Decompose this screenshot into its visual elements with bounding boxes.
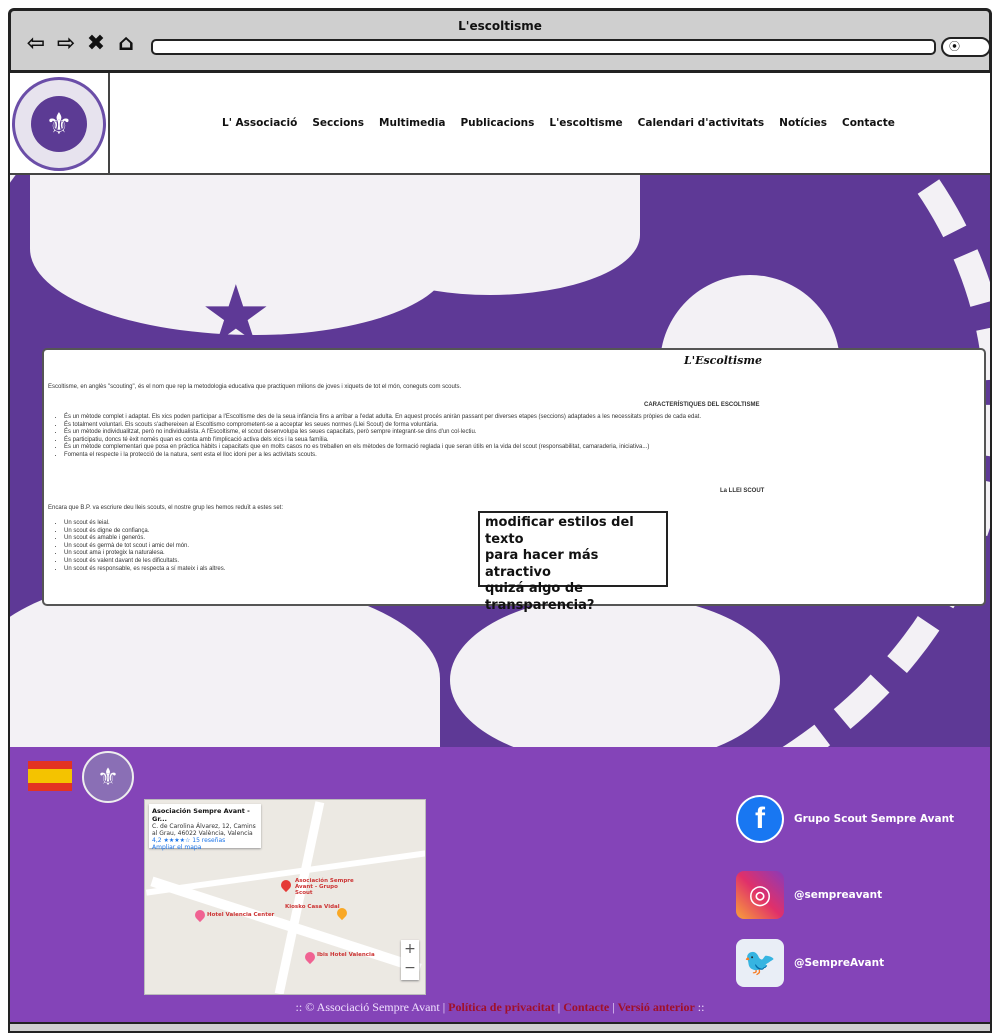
- copyright-text: :: © Associació Sempre Avant: [295, 1000, 440, 1014]
- map-enlarge-link[interactable]: Ampliar el mapa: [152, 844, 258, 851]
- map-zoom-control: + −: [401, 940, 419, 980]
- zoom-in-button[interactable]: +: [401, 940, 419, 959]
- map-road: [274, 801, 325, 994]
- map-label: Asociación Sempre Avant - Grupo Scout: [295, 878, 354, 896]
- window-title: L'escoltisme: [458, 19, 542, 33]
- spanish-flag-icon[interactable]: [28, 761, 72, 791]
- social-twitter[interactable]: 🐦 @SempreAvant: [736, 939, 884, 987]
- site-header: ⚜ L' Associació Seccions Multimedia Publ…: [10, 73, 990, 175]
- scout-logo-small[interactable]: ⚜: [82, 751, 134, 803]
- map-address: C. de Carolina Álvarez, 12, Camins al Gr…: [152, 823, 256, 837]
- list-item: Un scout és responsable, es respecta a s…: [64, 566, 225, 574]
- map-label: Hotel Valencia Center: [207, 912, 275, 918]
- list-item: És un mètode individualitzat, però no in…: [64, 429, 974, 437]
- footer-copyright-bar: :: © Associació Sempre Avant | Política …: [295, 1000, 705, 1014]
- list-item: És un mètode complet i adaptat. Els xics…: [64, 414, 974, 422]
- map-label: Ibis Hotel Valencia: [317, 952, 375, 958]
- map-label: Kiosko Casa Vidal: [285, 904, 340, 910]
- social-instagram[interactable]: ◎ @sempreavant: [736, 871, 882, 919]
- scout-logo[interactable]: ⚜: [12, 77, 106, 171]
- map-rating: 4,2 ★★★★☆ 15 reseñas: [152, 837, 226, 844]
- menu-item-contacte[interactable]: Contacte: [842, 117, 895, 129]
- list-item: Un scout és amable i generós.: [64, 535, 225, 543]
- page-title: L'Escoltisme: [684, 354, 762, 367]
- previous-version-link[interactable]: Versió anterior: [618, 1000, 695, 1014]
- map-pin-icon: [192, 907, 208, 923]
- section-heading: La LLEI SCOUT: [720, 488, 765, 494]
- list-item: Fomenta el respecte i la protecció de la…: [64, 452, 974, 460]
- map-pin-icon[interactable]: [278, 877, 294, 893]
- note-line: transparencia?: [485, 597, 595, 613]
- forward-icon[interactable]: ⇨: [55, 31, 77, 57]
- star-icon: ★: [200, 268, 272, 361]
- instagram-label: @sempreavant: [794, 889, 883, 901]
- google-map[interactable]: Asociación Sempre Avant - Gr... C. de Ca…: [144, 799, 426, 995]
- characteristics-list: És un mètode complet i adaptat. Els xics…: [64, 414, 974, 460]
- main-menu: L' Associació Seccions Multimedia Public…: [222, 117, 895, 129]
- facebook-icon: f: [736, 795, 784, 843]
- menu-item-seccions[interactable]: Seccions: [312, 117, 364, 129]
- note-line: quizá algo de: [485, 581, 583, 596]
- menu-item-escoltisme[interactable]: L'escoltisme: [549, 117, 622, 129]
- close-icon[interactable]: ✖: [85, 31, 107, 57]
- list-item: Un scout és digne de confiança.: [64, 528, 225, 536]
- list-item: Un scout és germà de tot scout i amic de…: [64, 543, 225, 551]
- site-footer: ⚜ Asociación Sempre Avant - Gr... C. de …: [10, 747, 990, 1031]
- list-item: És un mètode complementari que posa en p…: [64, 444, 974, 452]
- zoom-out-button[interactable]: −: [401, 959, 419, 978]
- list-item: Un scout és valent davant de les dificul…: [64, 558, 225, 566]
- copyright-trail: ::: [697, 1000, 705, 1014]
- intro-text: Encara que B.P. va escriure deu lleis sc…: [48, 505, 284, 511]
- map-pin-icon: [302, 949, 318, 965]
- browser-window: L'escoltisme ⇦ ⇨ ✖ ⌂ ⦿: [8, 8, 992, 70]
- section-heading: CARACTERÍSTIQUES DEL ESCOLTISME: [644, 402, 760, 408]
- map-place-name: Asociación Sempre Avant - Gr...: [152, 807, 250, 823]
- browser-status-bar: [10, 1022, 990, 1031]
- url-bar[interactable]: [151, 39, 936, 55]
- twitter-label: @SempreAvant: [794, 957, 885, 969]
- list-item: Un scout és leial.: [64, 520, 225, 528]
- menu-item-noticies[interactable]: Notícies: [779, 117, 827, 129]
- annotation-note: modificar estilos del texto para hacer m…: [478, 511, 668, 613]
- divider: [108, 73, 110, 173]
- map-info-box: Asociación Sempre Avant - Gr... C. de Ca…: [149, 804, 261, 851]
- fleur-de-lis-icon: ⚜: [31, 96, 87, 152]
- intro-text: Escoltisme, en anglès "scouting", és el …: [48, 384, 462, 390]
- privacy-link[interactable]: Política de privacitat: [448, 1000, 555, 1014]
- note-line: para hacer más atractivo: [485, 548, 599, 580]
- twitter-icon: 🐦: [736, 939, 784, 987]
- note-line: modificar estilos del texto: [485, 515, 634, 547]
- social-facebook[interactable]: f Grupo Scout Sempre Avant: [736, 795, 954, 843]
- menu-item-associacio[interactable]: L' Associació: [222, 117, 297, 129]
- back-icon[interactable]: ⇦: [25, 31, 47, 57]
- search-icon[interactable]: ⦿: [941, 37, 991, 57]
- list-item: Un scout ama i protegix la naturalesa.: [64, 550, 225, 558]
- menu-item-calendari[interactable]: Calendari d'activitats: [638, 117, 765, 129]
- browser-nav: ⇦ ⇨ ✖ ⌂: [25, 31, 137, 57]
- menu-item-publicacions[interactable]: Publicacions: [460, 117, 534, 129]
- laws-list: Un scout és leial. Un scout és digne de …: [64, 520, 225, 573]
- contact-link[interactable]: Contacte: [563, 1000, 609, 1014]
- instagram-icon: ◎: [736, 871, 784, 919]
- facebook-label: Grupo Scout Sempre Avant: [794, 813, 955, 825]
- menu-item-multimedia[interactable]: Multimedia: [379, 117, 445, 129]
- home-icon[interactable]: ⌂: [115, 31, 137, 57]
